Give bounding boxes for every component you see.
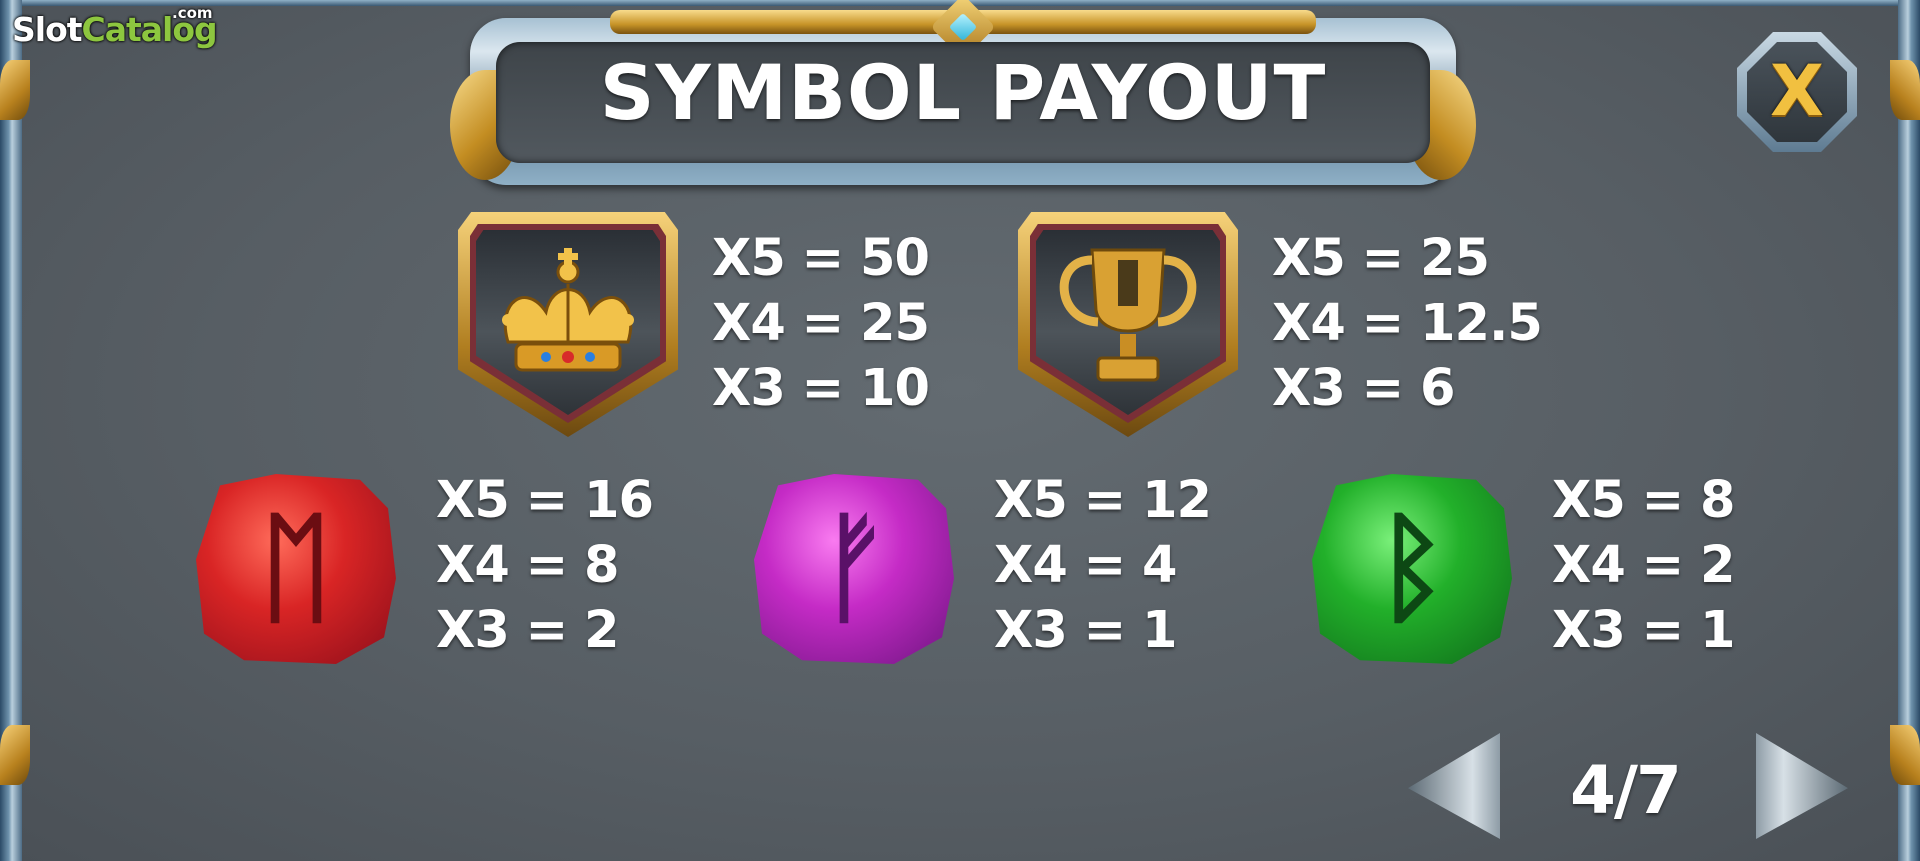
page-title: SYMBOL PAYOUT [599, 48, 1327, 137]
page-indicator: 4/7 [1570, 752, 1682, 829]
arrow-right-icon [1756, 733, 1848, 839]
watermark-slot: Slot [12, 10, 83, 49]
payout-x3: X3 = 1 [1552, 601, 1736, 660]
trophy-payout-table: X5 = 25 X4 = 12.5 X3 = 6 [1272, 226, 1543, 421]
corner-ornament-bottom-left [0, 725, 30, 785]
watermark-logo: SlotCatalog .com [12, 4, 218, 49]
green-rune-gem-icon: ᛒ [1312, 474, 1512, 664]
payout-x4: X4 = 8 [436, 536, 620, 595]
payout-x3: X3 = 2 [436, 601, 620, 660]
payout-x4: X4 = 2 [1552, 536, 1736, 595]
rune-glyph: ᛒ [1376, 499, 1448, 638]
payout-x5: X5 = 25 [1272, 229, 1490, 288]
red-gem-payout-table: X5 = 16 X4 = 8 X3 = 2 [436, 468, 654, 663]
payout-x3: X3 = 1 [994, 601, 1178, 660]
title-plate: SYMBOL PAYOUT [450, 0, 1476, 185]
payout-x5: X5 = 16 [436, 471, 654, 530]
corner-ornament-top-right [1890, 60, 1920, 120]
payout-x5: X5 = 12 [994, 471, 1212, 530]
rune-glyph: ᛖ [260, 499, 332, 638]
purple-gem-payout-table: X5 = 12 X4 = 4 X3 = 1 [994, 468, 1212, 663]
payout-x5: X5 = 8 [1552, 471, 1736, 530]
trophy-icon [1059, 248, 1197, 382]
purple-rune-gem-icon: ᚠ [754, 474, 954, 664]
payout-x3: X3 = 10 [712, 359, 930, 418]
red-rune-gem-icon: ᛖ [196, 474, 396, 664]
next-page-button[interactable] [1756, 733, 1848, 839]
rune-glyph: ᚠ [818, 499, 890, 638]
trophy-symbol-icon [1018, 212, 1238, 437]
payout-x4: X4 = 4 [994, 536, 1178, 595]
watermark-dotcom: .com [172, 4, 213, 22]
close-icon: X [1770, 50, 1824, 132]
close-button[interactable]: X [1737, 32, 1857, 152]
green-gem-payout-table: X5 = 8 X4 = 2 X3 = 1 [1552, 468, 1736, 663]
payout-x4: X4 = 25 [712, 294, 930, 353]
payout-x4: X4 = 12.5 [1272, 294, 1543, 353]
previous-page-button[interactable] [1408, 733, 1500, 839]
payout-x3: X3 = 6 [1272, 359, 1456, 418]
corner-ornament-top-left [0, 60, 30, 120]
arrow-left-icon [1408, 733, 1500, 839]
corner-ornament-bottom-right [1890, 725, 1920, 785]
crown-symbol-icon [458, 212, 678, 437]
crown-icon [502, 248, 634, 372]
crown-payout-table: X5 = 50 X4 = 25 X3 = 10 [712, 226, 930, 421]
payout-x5: X5 = 50 [712, 229, 930, 288]
